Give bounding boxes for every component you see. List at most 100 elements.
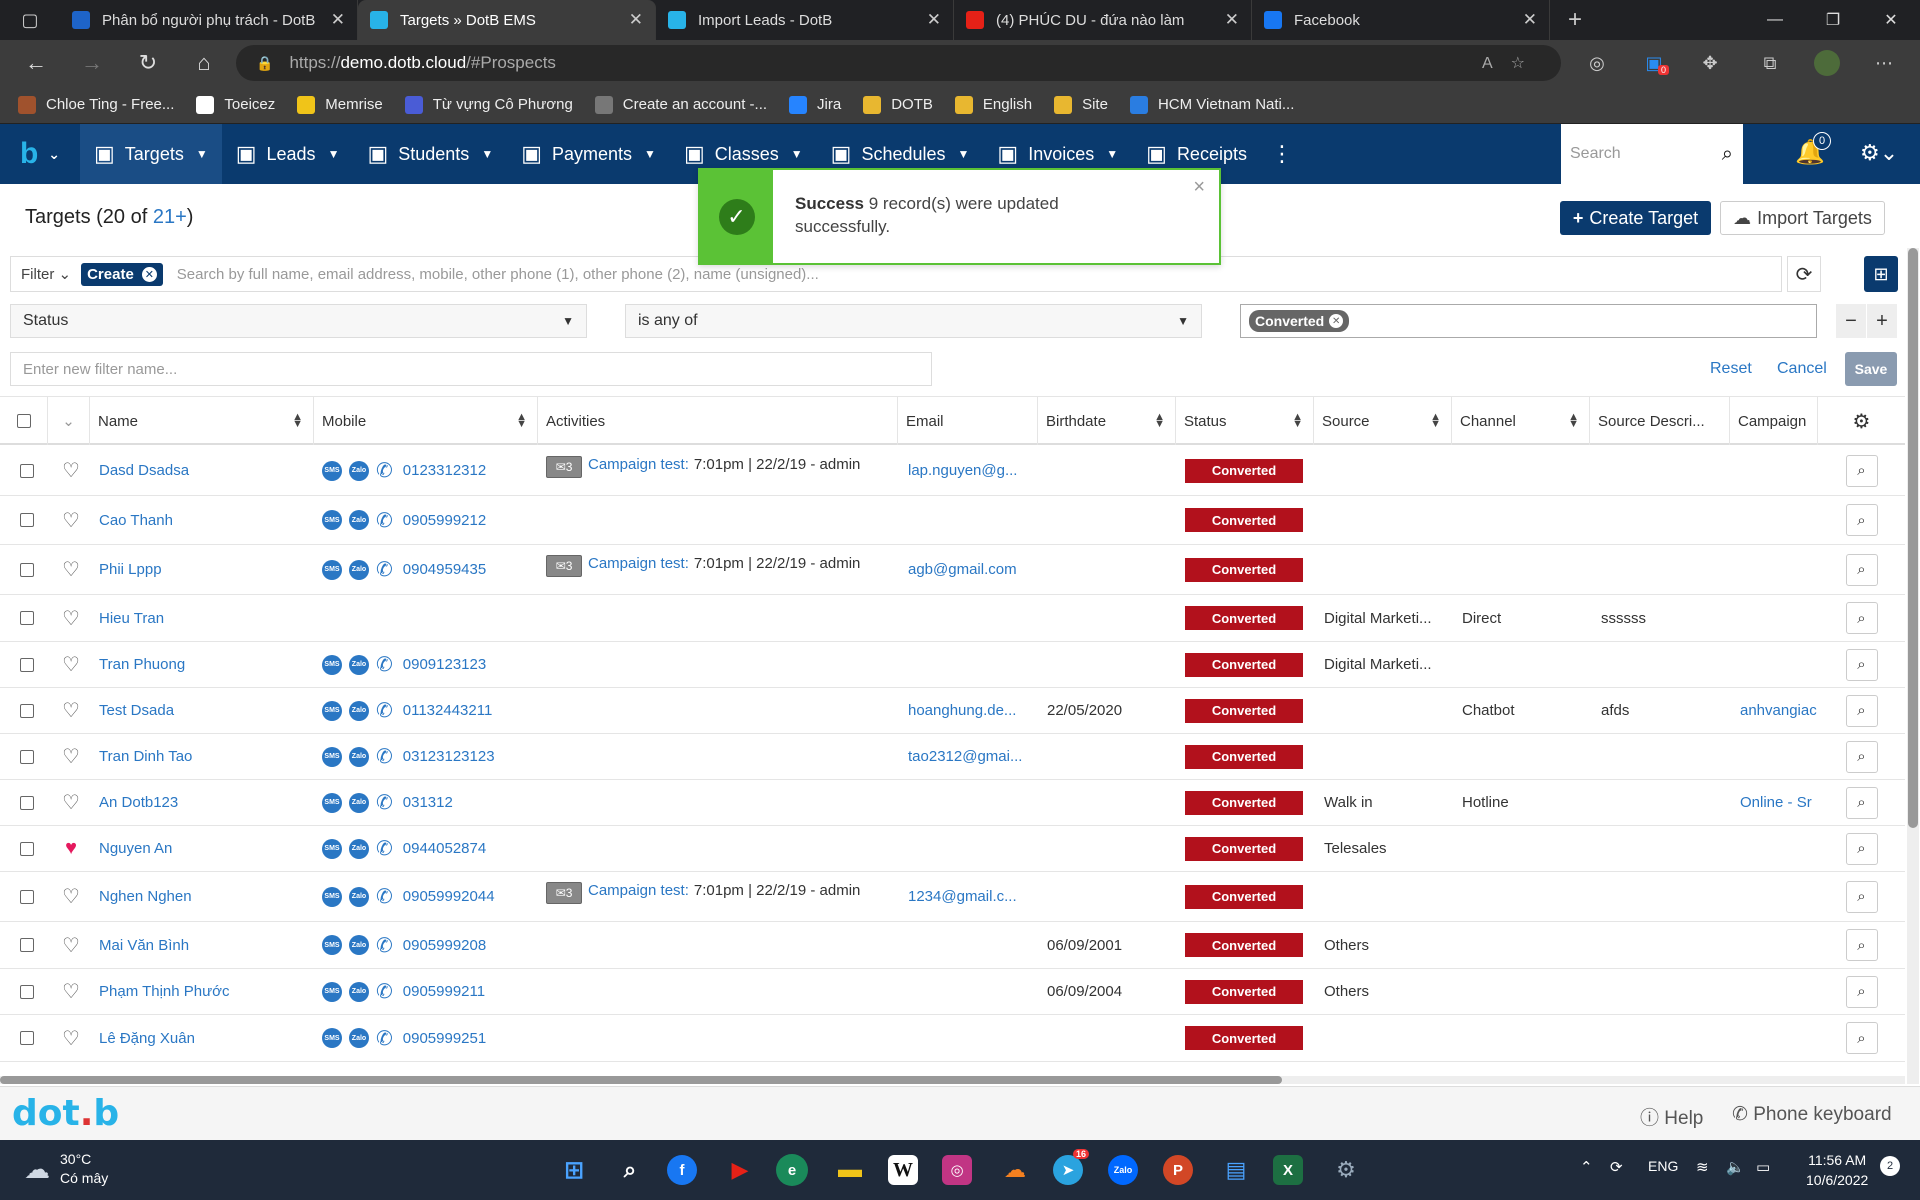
row-checkbox[interactable] [20,611,34,625]
row-checkbox[interactable] [20,463,34,478]
sms-icon[interactable]: SMS [322,654,342,675]
heart-icon[interactable]: ♡ [62,933,80,958]
zoom-icon[interactable]: ⌕ [1845,602,1878,634]
puzzle-icon[interactable]: ✥ [1688,40,1732,86]
mobile-number-link[interactable]: 0123312312 [403,462,486,479]
bookmark-item[interactable]: English [954,95,1032,114]
email-link[interactable]: 1234@gmail.c... [908,888,1017,905]
bookmark-item[interactable]: Jira [789,95,841,114]
youtube-app-icon[interactable]: ▶ [722,1152,758,1188]
sms-icon[interactable]: SMS [322,838,342,859]
zoom-icon[interactable]: ⌕ [1845,504,1878,536]
target-name-link[interactable]: Phii Lppp [99,561,162,578]
zalo-icon[interactable]: Zalo [349,935,369,955]
close-window-button[interactable]: ✕ [1862,0,1920,40]
volume-icon[interactable]: 🔈 [1726,1158,1745,1176]
phone-icon[interactable]: ✆ [376,884,393,909]
zalo-icon[interactable]: Zalo [349,746,369,767]
cloudflare-app-icon[interactable]: ☁ [997,1152,1033,1188]
profile-avatar[interactable] [1805,40,1849,86]
tab-close-icon[interactable]: ✕ [331,10,345,30]
row-checkbox[interactable] [20,703,34,718]
bell-icon[interactable]: 🔔 0 [1795,132,1831,167]
heart-icon[interactable]: ♡ [62,979,80,1004]
heart-icon[interactable]: ♥ [65,837,77,860]
zoom-icon[interactable]: ⌕ [1845,553,1878,586]
phone-icon[interactable]: ✆ [376,744,393,769]
remove-filter-tag-icon[interactable]: ✕ [141,266,157,282]
zalo-icon[interactable]: Zalo [349,559,369,580]
filter-tag[interactable]: Create ✕ [81,262,163,286]
nav-item-students[interactable]: ▣ Students ▼ [353,124,507,184]
activity-link[interactable]: Campaign test: [588,456,689,473]
edge-app-icon[interactable]: e [776,1154,808,1186]
search-taskbar-icon[interactable]: ⌕ [612,1152,648,1188]
bookmark-item[interactable]: Chloe Ting - Free... [18,95,174,114]
row-checkbox[interactable] [20,1031,34,1045]
more-nav-icon[interactable]: ⋮ [1261,124,1303,184]
zoom-icon[interactable]: ⌕ [1845,975,1878,1008]
zalo-icon[interactable]: Zalo [349,700,369,721]
wikipedia-app-icon[interactable]: W [888,1155,918,1185]
notepad-app-icon[interactable]: ▤ [1218,1152,1254,1188]
collections-icon[interactable]: ⧉ [1748,40,1792,86]
heart-icon[interactable]: ♡ [62,698,80,723]
facebook-app-icon[interactable]: f [667,1155,697,1185]
heart-icon[interactable]: ♡ [62,652,80,677]
horizontal-scroll-thumb[interactable] [0,1076,1282,1084]
zalo-icon[interactable]: Zalo [349,886,369,907]
target-name-link[interactable]: Tran Dinh Tao [99,748,192,765]
phone-icon[interactable]: ✆ [376,698,393,723]
select-all-checkbox[interactable] [16,414,31,428]
new-tab-button[interactable]: + [1550,6,1600,34]
sort-icon[interactable]: ▲ ▼ [1154,412,1165,430]
back-button[interactable]: ← [8,50,64,76]
column-header-2[interactable]: Activities [538,397,898,445]
tab-actions-icon[interactable]: ▢ [0,0,60,40]
nav-item-targets[interactable]: ▣ Targets ▼ [80,124,222,184]
mobile-number-link[interactable]: 03123123123 [403,748,495,765]
filter-value-input[interactable]: Converted ✕ [1240,304,1817,338]
vertical-scrollbar[interactable] [1907,248,1919,1084]
refresh-list-icon[interactable]: ⟳ [1787,256,1821,292]
heart-icon[interactable]: ♡ [62,606,80,631]
phone-icon[interactable]: ✆ [376,1026,393,1051]
file-explorer-icon[interactable]: ▬ [832,1152,868,1188]
zalo-icon[interactable]: Zalo [349,981,369,1002]
email-link[interactable]: agb@gmail.com [908,561,1017,578]
heart-icon[interactable]: ♡ [62,744,80,769]
zoom-icon[interactable]: ⌕ [1845,880,1878,913]
target-name-link[interactable]: Nguyen An [99,840,172,857]
heart-icon[interactable]: ♡ [62,508,80,533]
mobile-number-link[interactable]: 0905999211 [403,983,485,1000]
sync-icon[interactable]: ⟳ [1610,1158,1623,1176]
reset-link[interactable]: Reset [1710,360,1752,378]
zoom-icon[interactable]: ⌕ [1845,740,1878,773]
browser-tab[interactable]: Targets » DotB EMS ✕ [358,0,656,40]
zalo-app-icon[interactable]: Zalo [1108,1155,1138,1185]
filter-name-input[interactable]: Enter new filter name... [10,352,932,386]
more-menu-icon[interactable]: ⋯ [1862,40,1906,86]
phone-icon[interactable]: ✆ [376,508,393,533]
zalo-icon[interactable]: Zalo [349,460,369,481]
bookmark-item[interactable]: HCM Vietnam Nati... [1129,95,1294,114]
row-checkbox[interactable] [20,657,34,672]
powerpoint-app-icon[interactable]: P [1163,1155,1193,1185]
zalo-icon[interactable]: Zalo [349,1028,369,1048]
mobile-number-link[interactable]: 09059992044 [403,888,495,905]
sms-icon[interactable]: SMS [322,700,342,721]
sms-icon[interactable]: SMS [322,746,342,767]
column-header-4[interactable]: Birthdate ▲ ▼ [1038,397,1176,445]
bookmark-item[interactable]: Toeicez [196,95,275,114]
mobile-number-link[interactable]: 0944052874 [403,840,486,857]
mobile-number-link[interactable]: 0909123123 [403,656,486,673]
heart-icon[interactable]: ♡ [62,884,80,909]
create-target-button[interactable]: + Create Target [1560,201,1711,235]
browser-tab[interactable]: Import Leads - DotB ✕ [656,0,954,40]
target-name-link[interactable]: Tran Phuong [99,656,185,673]
row-checkbox[interactable] [20,984,34,999]
sms-icon[interactable]: SMS [322,510,342,530]
sort-icon[interactable]: ▲ ▼ [1292,412,1303,430]
bookmark-item[interactable]: Site [1054,95,1108,114]
telegram-app-icon[interactable]: ➤ 16 [1053,1149,1090,1185]
